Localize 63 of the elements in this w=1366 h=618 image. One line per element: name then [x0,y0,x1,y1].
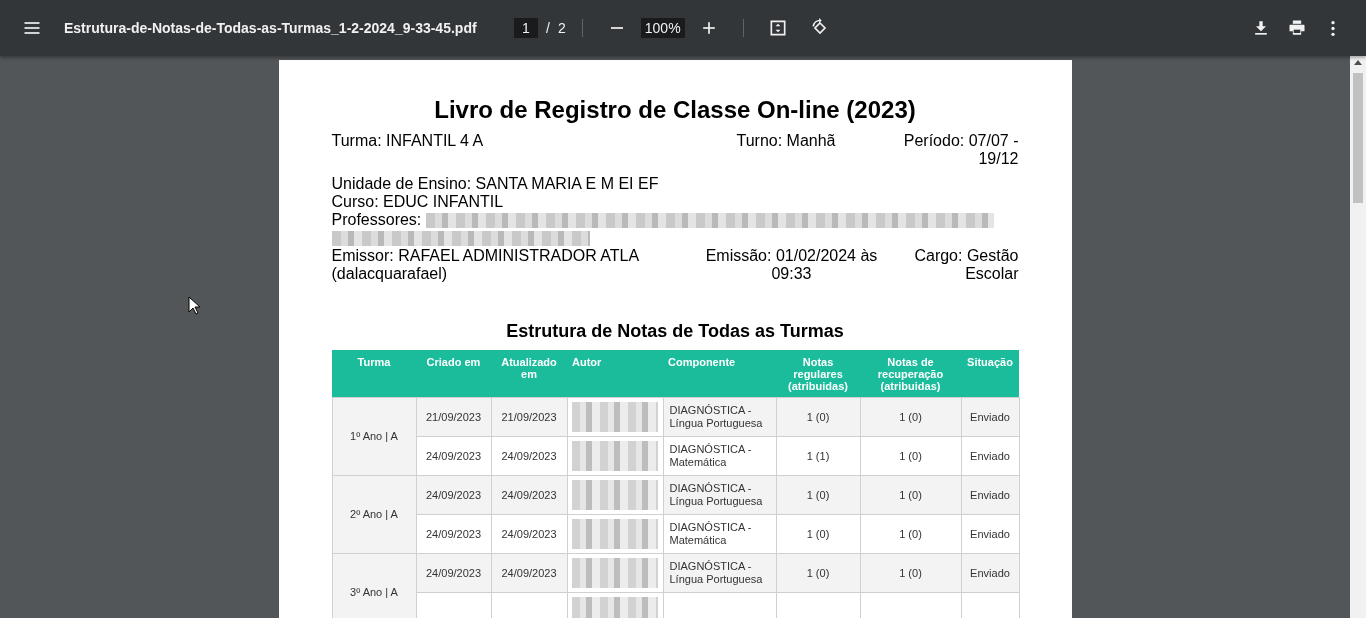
regular-grades-cell: 1 (0) [776,475,860,515]
class-cell: 2º Ano | A [332,475,416,554]
period-field: Período: 07/07 - 19/12 [900,132,1019,168]
column-header: Notas regulares (atribuidas) [776,350,860,398]
print-icon [1287,18,1307,38]
created-date-cell: 24/09/2023 [416,514,491,554]
issue-date-field: Emissão: 01/02/2024 às 09:33 [691,247,892,283]
column-header: Turma [332,350,416,398]
role-field: Cargo: Gestão Escolar [891,247,1019,283]
regular-grades-cell: 1 (1) [776,436,860,476]
column-header: Autor [567,350,663,398]
status-cell: Enviado [961,475,1019,515]
created-date-cell: 24/09/2023 [416,475,491,515]
status-cell: Enviado [961,553,1019,593]
column-header: Atualizado em [491,350,567,398]
component-cell: DIAGNÓSTICA - Língua Portuguesa [663,553,776,593]
updated-date-cell: 24/09/2023 [491,475,567,515]
more-vertical-icon [1331,20,1335,36]
class-cell: 3º Ano | A [332,553,416,618]
updated-date-cell: 24/09/2023 [491,553,567,593]
regular-grades-cell: 1 (0) [776,397,860,437]
school-unit-field: Unidade de Ensino: SANTA MARIA E M EI EF [331,175,1019,193]
updated-date-cell: 24/09/2023 [491,514,567,554]
scrollbar-thumb[interactable] [1353,73,1363,203]
course-field: Curso: EDUC INFANTIL [331,193,1019,211]
component-cell: DIAGNÓSTICA - Matemática [663,436,776,476]
page-separator: / [546,20,550,36]
file-name: Estrutura-de-Notas-de-Todas-as-Turmas_1-2-2024_9-33-45.pdf [64,20,478,36]
recovery-grades-cell: 1 (0) [860,436,961,476]
status-cell: Enviado [961,514,1019,554]
status-cell: Enviado [961,436,1019,476]
zoom-field[interactable]: 100% [640,18,685,38]
issuer-field: Emissor: RAFAEL ADMINISTRADOR ATLA (dalacquarafael) [331,247,692,283]
created-date-cell: 24/09/2023 [416,553,491,593]
class-cell: 1º Ano | A [332,397,416,476]
regular-grades-cell: 1 (0) [776,553,860,593]
component-cell: DIAGNÓSTICA - Matemática [663,514,776,554]
recovery-grades-cell: 1 (0) [860,553,961,593]
class-field: Turma: INFANTIL 4 A [331,132,737,150]
mouse-pointer-icon [188,296,200,315]
updated-date-cell: 24/09/2023 [491,436,567,476]
column-header: Criado em [416,350,491,398]
column-header: Situação [961,350,1019,398]
teachers-label: Professores: [331,211,422,228]
page-total: 2 [557,20,566,36]
shift-field: Turno: Manhã [736,132,901,150]
regular-grades-cell: 1 (0) [776,514,860,554]
recovery-grades-cell: 1 (0) [860,475,961,515]
component-cell: DIAGNÓSTICA - Língua Portuguesa [663,475,776,515]
created-date-cell: 24/09/2023 [416,436,491,476]
column-header: Componente [663,350,776,398]
component-cell: DIAGNÓSTICA - Língua Portuguesa [663,397,776,437]
column-header: Notas de recuperação (atribuidas) [860,350,961,398]
status-cell: Enviado [961,397,1019,437]
created-date-cell: 21/09/2023 [416,397,491,437]
recovery-grades-cell: 1 (0) [860,514,961,554]
minus-icon [610,27,623,29]
page-number-field[interactable]: 1 [514,18,538,38]
section-title: Estrutura de Notas de Todas as Turmas [505,321,845,342]
document-title: Livro de Registro de Classe On-line (2023) [433,96,917,124]
updated-date-cell: 21/09/2023 [491,397,567,437]
scrollbar[interactable] [1350,56,1366,618]
recovery-grades-cell: 1 (0) [860,397,961,437]
